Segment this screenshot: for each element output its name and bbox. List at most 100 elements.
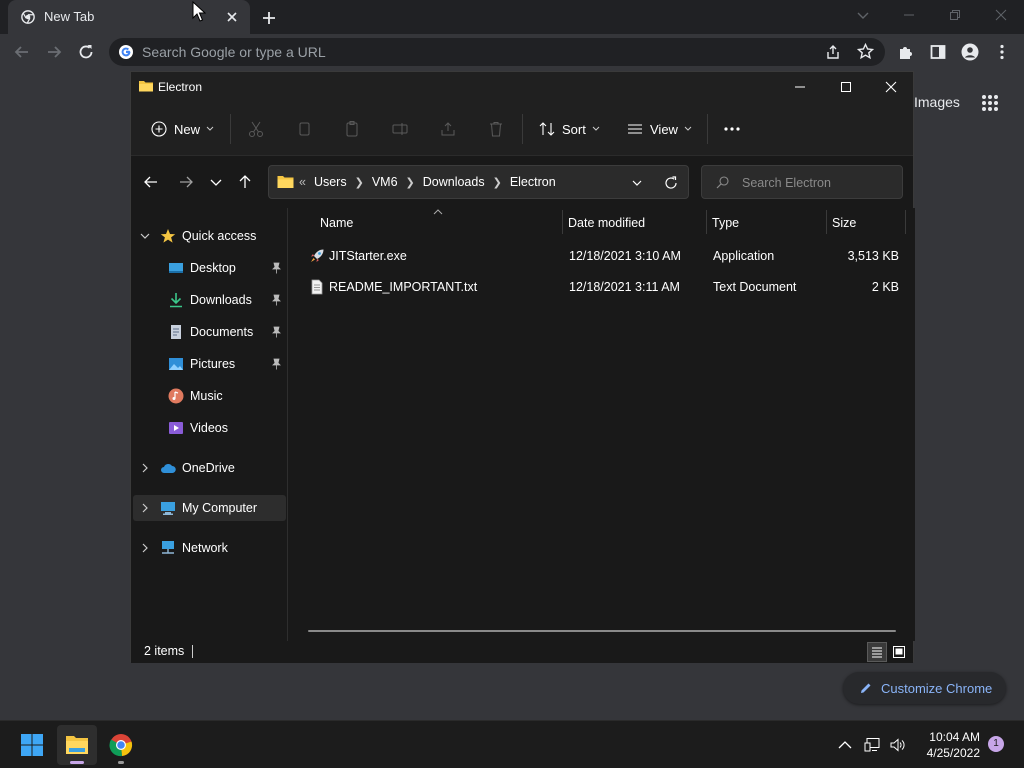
breadcrumb-electron[interactable]: Electron: [510, 175, 556, 189]
new-tab-plus-icon[interactable]: [260, 9, 278, 27]
chevron-down-icon[interactable]: [140, 231, 150, 241]
breadcrumb-downloads[interactable]: Downloads: [423, 175, 485, 189]
pin-icon[interactable]: [271, 358, 282, 370]
more-options-ellipsis-icon[interactable]: [723, 120, 741, 138]
column-header-size[interactable]: Size: [832, 216, 856, 230]
pin-icon[interactable]: [271, 326, 282, 338]
chevron-right-icon[interactable]: ❯: [355, 176, 364, 189]
status-bar: 2 items: [131, 641, 913, 663]
breadcrumb-users[interactable]: Users: [314, 175, 347, 189]
bookmark-star-icon[interactable]: [857, 43, 874, 60]
column-divider[interactable]: [826, 210, 827, 234]
share-icon[interactable]: [439, 120, 457, 138]
back-arrow-icon[interactable]: [143, 174, 159, 190]
customize-chrome-button[interactable]: Customize Chrome: [843, 672, 1006, 704]
file-row[interactable]: README_IMPORTANT.txt 12/18/2021 3:11 AM …: [299, 273, 903, 301]
explorer-minimize-button[interactable]: [777, 72, 823, 102]
tab-search-chevron-icon[interactable]: [853, 6, 873, 24]
cut-scissors-icon[interactable]: [247, 120, 265, 138]
refresh-icon[interactable]: [663, 175, 679, 191]
chevron-right-icon[interactable]: ❯: [406, 176, 415, 189]
explorer-maximize-button[interactable]: [823, 72, 869, 102]
paste-clipboard-icon[interactable]: [343, 120, 361, 138]
chrome-close-button[interactable]: [978, 0, 1024, 30]
google-apps-grid-icon[interactable]: [981, 94, 999, 112]
recent-locations-chevron-icon[interactable]: [208, 174, 224, 190]
omnibox[interactable]: Search Google or type a URL: [109, 38, 885, 66]
up-arrow-icon[interactable]: [237, 174, 253, 190]
chrome-minimize-button[interactable]: [886, 0, 932, 30]
explorer-close-button[interactable]: [868, 72, 914, 102]
side-panel-icon[interactable]: [929, 43, 947, 61]
chrome-restore-button[interactable]: [932, 0, 978, 30]
tab-title: New Tab: [44, 9, 95, 24]
nav-item-music[interactable]: Music: [131, 383, 287, 409]
tab-close-icon[interactable]: [224, 9, 240, 25]
explorer-title-bar[interactable]: Electron: [131, 72, 913, 102]
horizontal-scrollbar[interactable]: [308, 630, 896, 632]
details-view-button[interactable]: [867, 642, 887, 662]
nav-label-quick-access: Quick access: [182, 229, 257, 243]
extensions-puzzle-icon[interactable]: [897, 43, 915, 61]
copy-icon[interactable]: [295, 120, 313, 138]
column-header-date-modified[interactable]: Date modified: [568, 216, 645, 230]
nav-item-videos[interactable]: Videos: [131, 415, 287, 441]
notification-badge[interactable]: 1: [988, 736, 1004, 752]
start-button[interactable]: [12, 725, 52, 765]
forward-arrow-icon[interactable]: [45, 43, 63, 61]
column-divider[interactable]: [562, 210, 563, 234]
back-arrow-icon[interactable]: [13, 43, 31, 61]
nav-item-my-computer[interactable]: My Computer: [133, 495, 286, 521]
chevron-right-icon[interactable]: [140, 463, 150, 473]
nav-item-network[interactable]: Network: [131, 535, 287, 561]
search-input[interactable]: Search Electron: [701, 165, 903, 199]
taskbar-file-explorer[interactable]: [57, 725, 97, 765]
file-row[interactable]: JITStarter.exe 12/18/2021 3:10 AM Applic…: [299, 242, 903, 270]
mouse-cursor-icon: [192, 1, 206, 22]
forward-arrow-icon[interactable]: [178, 174, 194, 190]
chrome-tab-new-tab[interactable]: New Tab: [8, 0, 250, 34]
share-icon[interactable]: [825, 44, 841, 60]
chrome-menu-kebab-icon[interactable]: [993, 43, 1011, 61]
nav-item-downloads[interactable]: Downloads: [131, 287, 287, 313]
item-count: 2 items: [144, 644, 185, 658]
large-icons-view-button[interactable]: [889, 642, 909, 662]
delete-trash-icon[interactable]: [487, 120, 505, 138]
nav-item-documents[interactable]: Documents: [131, 319, 287, 345]
column-divider[interactable]: [905, 210, 906, 234]
nav-item-onedrive[interactable]: OneDrive: [131, 455, 287, 481]
chevron-right-icon[interactable]: [140, 543, 150, 553]
address-bar[interactable]: « Users ❯ VM6 ❯ Downloads ❯ Electron: [268, 165, 689, 199]
file-name[interactable]: README_IMPORTANT.txt: [329, 280, 477, 294]
breadcrumb-vm6[interactable]: VM6: [372, 175, 398, 189]
chevron-down-icon: [684, 126, 692, 131]
network-wired-icon[interactable]: [864, 737, 880, 753]
tray-overflow-chevron-icon[interactable]: [837, 737, 853, 753]
rename-icon[interactable]: [391, 120, 409, 138]
overflow-chevrons-icon[interactable]: «: [299, 175, 306, 189]
taskbar-clock[interactable]: 10:04 AM 4/25/2022: [918, 729, 980, 761]
column-divider[interactable]: [706, 210, 707, 234]
taskbar-chrome[interactable]: [101, 725, 141, 765]
volume-speaker-icon[interactable]: [889, 737, 905, 753]
chrome-tab-strip: New Tab: [0, 0, 1024, 34]
new-button[interactable]: New: [151, 119, 214, 139]
view-button[interactable]: View: [627, 119, 692, 139]
nav-item-quick-access[interactable]: Quick access: [131, 223, 287, 249]
ntp-images-link[interactable]: Images: [914, 94, 960, 110]
address-history-chevron-icon[interactable]: [631, 177, 643, 189]
column-header-name[interactable]: Name: [320, 216, 353, 230]
sort-button[interactable]: Sort: [539, 119, 600, 139]
chevron-right-icon[interactable]: ❯: [493, 176, 502, 189]
chevron-right-icon[interactable]: [140, 503, 150, 513]
file-type: Text Document: [713, 280, 797, 294]
nav-item-pictures[interactable]: Pictures: [131, 351, 287, 377]
column-header-type[interactable]: Type: [712, 216, 739, 230]
nav-item-desktop[interactable]: Desktop: [131, 255, 287, 281]
file-name[interactable]: JITStarter.exe: [329, 249, 407, 263]
pin-icon[interactable]: [271, 294, 282, 306]
pin-icon[interactable]: [271, 262, 282, 274]
reload-icon[interactable]: [77, 43, 95, 61]
profile-avatar-icon[interactable]: [961, 43, 979, 61]
restore-icon: [950, 10, 960, 20]
